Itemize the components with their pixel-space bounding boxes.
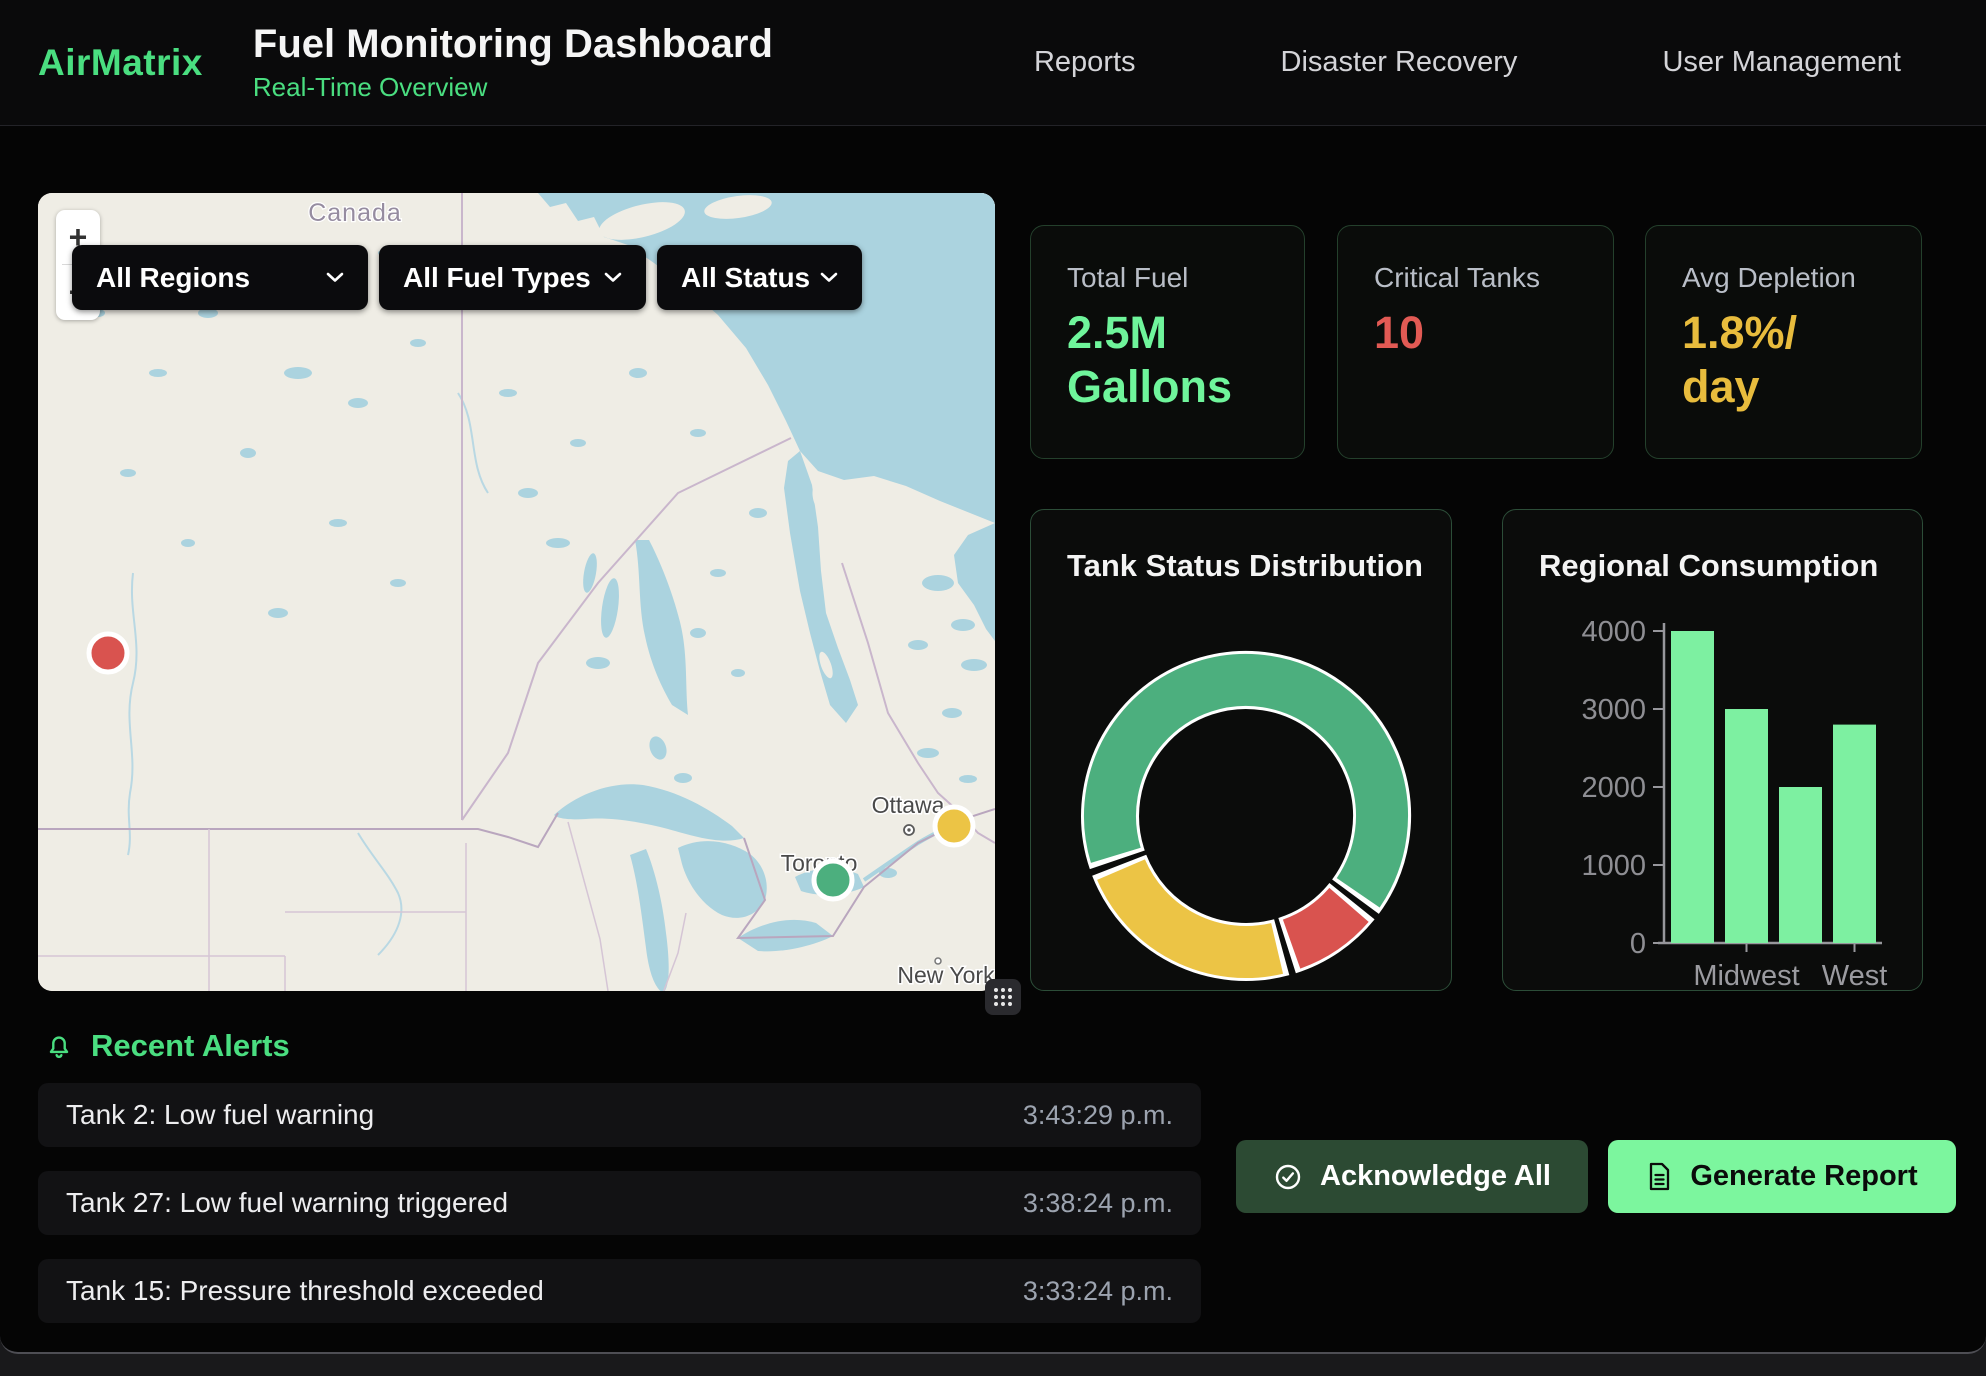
svg-text:West: West: [1822, 960, 1888, 992]
svg-text:1000: 1000: [1581, 850, 1646, 882]
stat-label: Critical Tanks: [1374, 262, 1577, 294]
alert-text: Tank 27: Low fuel warning triggered: [66, 1187, 508, 1219]
alert-time: 3:33:24 p.m.: [1023, 1276, 1173, 1307]
app-logo: AirMatrix: [38, 42, 203, 84]
title-block: Fuel Monitoring Dashboard Real-Time Over…: [253, 22, 773, 103]
alert-row: Tank 15: Pressure threshold exceeded 3:3…: [38, 1259, 1201, 1323]
alert-row: Tank 2: Low fuel warning 3:43:29 p.m.: [38, 1083, 1201, 1147]
tank-marker-critical[interactable]: [89, 634, 127, 672]
check-circle-icon: [1273, 1162, 1303, 1192]
tank-status-donut-chart: [1031, 510, 1453, 992]
generate-report-label: Generate Report: [1690, 1160, 1917, 1193]
map-label-canada: Canada: [308, 199, 402, 227]
stat-card-avg-depletion: Avg Depletion 1.8%/day: [1645, 225, 1922, 459]
bell-icon: [45, 1032, 73, 1060]
chevron-down-icon: [604, 272, 622, 283]
stat-card-critical-tanks: Critical Tanks 10: [1337, 225, 1614, 459]
fuel-type-filter-select[interactable]: All Fuel Types: [379, 245, 646, 310]
alerts-title: Recent Alerts: [91, 1028, 290, 1064]
tank-status-card: Tank Status Distribution: [1030, 509, 1452, 991]
map-svg: Canada Ottawa Toronto New York: [38, 193, 995, 991]
stat-value: 2.5M Gallons: [1067, 306, 1252, 414]
status-filter-value: All Status: [681, 262, 810, 294]
stat-label: Avg Depletion: [1682, 262, 1885, 294]
tank-marker-normal[interactable]: [814, 861, 852, 899]
svg-text:Midwest: Midwest: [1693, 960, 1799, 992]
page-title: Fuel Monitoring Dashboard: [253, 22, 773, 66]
alerts-header: Recent Alerts: [45, 1028, 290, 1064]
map-resize-handle[interactable]: [985, 979, 1021, 1015]
tank-marker-warning[interactable]: [935, 807, 973, 845]
alert-time: 3:43:29 p.m.: [1023, 1100, 1173, 1131]
map-label-new-york: New York: [897, 962, 995, 988]
regional-consumption-card: Regional Consumption 01000200030004000Mi…: [1502, 509, 1923, 991]
nav-disaster-recovery[interactable]: Disaster Recovery: [1281, 46, 1518, 79]
svg-text:2000: 2000: [1581, 772, 1646, 804]
map-filters: All Regions All Fuel Types All Status: [72, 245, 862, 310]
document-icon: [1646, 1161, 1673, 1192]
svg-text:4000: 4000: [1581, 616, 1646, 648]
page-subtitle: Real-Time Overview: [253, 72, 773, 103]
regional-consumption-bar-chart: 0 1000 2000 3000 4000 Midwest West: [1503, 510, 1924, 992]
acknowledge-all-button[interactable]: Acknowledge All: [1236, 1140, 1588, 1213]
stat-value: 1.8%/day: [1682, 306, 1812, 414]
dashboard-root: AirMatrix Fuel Monitoring Dashboard Real…: [0, 0, 1986, 1354]
stat-value: 10: [1374, 306, 1577, 360]
map-canvas[interactable]: Canada Ottawa Toronto New York: [38, 193, 995, 991]
main-nav: Reports Disaster Recovery User Managemen…: [1034, 46, 1986, 79]
header: AirMatrix Fuel Monitoring Dashboard Real…: [0, 0, 1986, 126]
alert-time: 3:38:24 p.m.: [1023, 1188, 1173, 1219]
fuel-type-filter-value: All Fuel Types: [403, 262, 591, 294]
alert-text: Tank 2: Low fuel warning: [66, 1099, 374, 1131]
generate-report-button[interactable]: Generate Report: [1608, 1140, 1956, 1213]
nav-reports[interactable]: Reports: [1034, 46, 1136, 79]
alert-text: Tank 15: Pressure threshold exceeded: [66, 1275, 544, 1307]
alert-row: Tank 27: Low fuel warning triggered 3:38…: [38, 1171, 1201, 1235]
chevron-down-icon: [326, 272, 344, 283]
stat-card-total-fuel: Total Fuel 2.5M Gallons: [1030, 225, 1305, 459]
stat-label: Total Fuel: [1067, 262, 1268, 294]
region-filter-select[interactable]: All Regions: [72, 245, 368, 310]
chevron-down-icon: [820, 272, 838, 283]
svg-text:3000: 3000: [1581, 694, 1646, 726]
svg-text:0: 0: [1630, 928, 1646, 960]
acknowledge-all-label: Acknowledge All: [1320, 1160, 1551, 1193]
map-label-ottawa: Ottawa: [872, 792, 945, 818]
map[interactable]: Canada Ottawa Toronto New York + − All R…: [38, 193, 995, 991]
region-filter-value: All Regions: [96, 262, 250, 294]
status-filter-select[interactable]: All Status: [657, 245, 862, 310]
nav-user-management[interactable]: User Management: [1662, 46, 1901, 79]
